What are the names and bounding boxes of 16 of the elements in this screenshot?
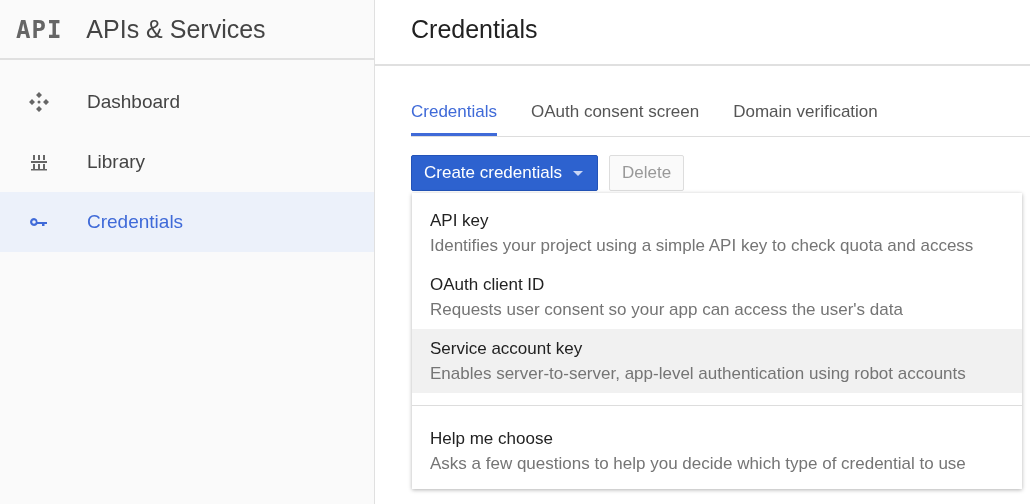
sidebar-item[interactable]: Library [0,132,374,192]
page-title: Credentials [411,14,538,45]
menu-item[interactable]: Service account key Enables server-to-server, app-level authentication using robot accounts [412,329,1022,393]
tab[interactable]: Credentials [411,102,497,136]
product-title: APIs & Services [86,15,266,44]
create-credentials-button[interactable]: Create credentials [411,155,598,191]
api-logo: API [16,15,63,44]
diamond-grid-icon [27,90,51,114]
tab[interactable]: Domain verification [733,102,878,136]
menu-item[interactable]: API key Identifies your project using a simple API key to check quota and access [412,201,1022,265]
sidebar-item[interactable]: Credentials [0,192,374,252]
sidebar-item[interactable]: Dashboard [0,72,374,132]
menu-item[interactable]: Help me choose Asks a few questions to help you decide which type of credential to use [412,406,1022,483]
menu-item[interactable]: OAuth client ID Requests user consent so your app can access the user's data [412,265,1022,329]
caret-icon [572,170,583,176]
tab[interactable]: OAuth consent screen [531,102,700,136]
